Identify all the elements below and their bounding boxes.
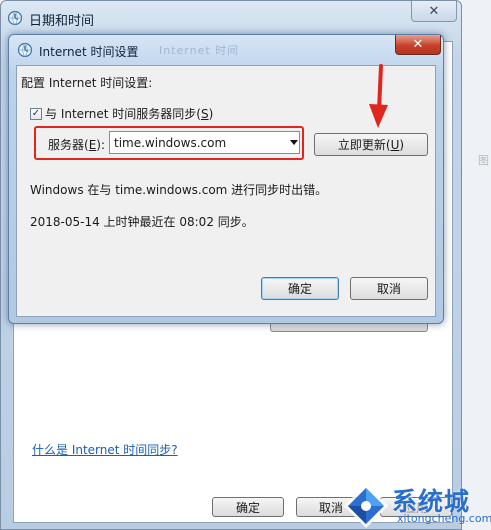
dialog-ok-label: 确定: [287, 282, 312, 296]
dialog-title: Internet 时间设置: [39, 44, 139, 59]
config-heading: 配置 Internet 时间设置:: [21, 76, 153, 90]
close-icon: ✕: [428, 3, 440, 19]
dialog-close-button[interactable]: ✕: [395, 35, 441, 55]
dialog-ok-button[interactable]: 确定: [261, 277, 339, 300]
sync-error-message: Windows 在与 time.windows.com 进行同步时出错。: [30, 183, 328, 197]
highlight-box-annotation: [34, 126, 304, 160]
outer-ok-label: 确定: [235, 500, 260, 515]
dialog-cancel-button[interactable]: 取消: [350, 277, 428, 300]
outer-ok-button[interactable]: 确定: [212, 497, 284, 517]
internet-time-help-link[interactable]: 什么是 Internet 时间同步?: [32, 441, 178, 458]
sync-checkbox[interactable]: ✓: [30, 107, 42, 120]
adjacent-window-text: 图: [478, 154, 489, 167]
red-arrow-annotation: [362, 64, 392, 133]
watermark-url: xitongcheng.com: [397, 512, 491, 525]
watermark-logo-icon: [344, 484, 388, 528]
last-sync-message: 2018-05-14 上时钟最近在 08:02 同步。: [30, 215, 254, 229]
update-now-button[interactable]: 立即更新(U): [314, 133, 428, 156]
date-time-titlebar: 日期和时间: [7, 8, 427, 30]
close-icon: ✕: [412, 37, 424, 52]
window-title: 日期和时间: [29, 13, 95, 29]
update-now-label: 立即更新(U): [337, 138, 405, 152]
dialog-cancel-label: 取消: [376, 282, 401, 296]
close-button[interactable]: ✕: [411, 1, 457, 22]
clock-globe-icon: [7, 10, 23, 29]
sync-checkbox-row[interactable]: ✓ 与 Internet 时间服务器同步(S): [30, 105, 213, 122]
adjacent-window-strip: [462, 0, 491, 530]
dialog-ghost-title: Internet 时间: [159, 44, 240, 57]
clock-globe-icon: [17, 42, 33, 61]
sync-checkbox-label: 与 Internet 时间服务器同步(S): [45, 107, 214, 121]
